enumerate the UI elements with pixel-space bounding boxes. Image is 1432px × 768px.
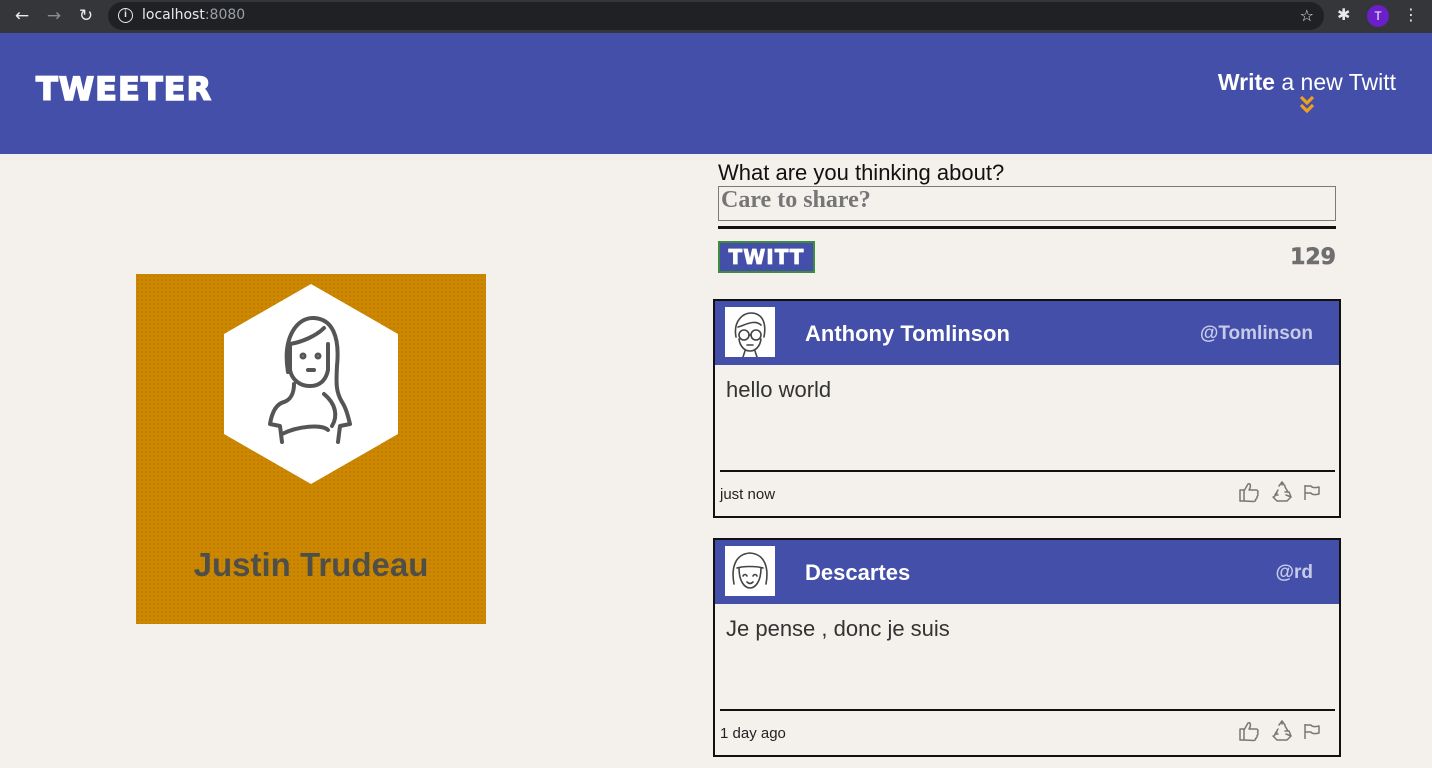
compose-toggle-bold: Write bbox=[1217, 69, 1275, 95]
tweet-timestamp: 1 day ago bbox=[720, 725, 786, 742]
forward-arrow-icon[interactable]: → bbox=[44, 6, 64, 26]
compose-toggle-label: Write a new Twitt bbox=[1218, 69, 1396, 95]
like-thumbs-up-icon[interactable] bbox=[1238, 720, 1260, 747]
report-flag-icon[interactable] bbox=[1303, 483, 1321, 506]
site-logo: TWEETER bbox=[35, 69, 213, 109]
reload-icon[interactable]: ↻ bbox=[76, 6, 96, 26]
tweet-actions bbox=[1232, 720, 1321, 744]
compose-form: What are you thinking about? TWITT 129 bbox=[718, 160, 1336, 273]
address-bar[interactable]: i localhost:8080 ☆ bbox=[108, 2, 1324, 30]
tweet-card: Anthony Tomlinson @Tomlinson hello world… bbox=[713, 299, 1341, 518]
tweet-author-avatar bbox=[725, 307, 775, 358]
tweet-timestamp: just now bbox=[720, 486, 776, 503]
profile-card: Justin Trudeau bbox=[136, 274, 486, 624]
tweet-text: Je pense , donc je suis bbox=[726, 616, 950, 641]
report-flag-icon[interactable] bbox=[1303, 722, 1321, 745]
tweet-divider bbox=[720, 709, 1335, 711]
tweet-author-handle[interactable]: @rd bbox=[1275, 562, 1313, 584]
site-header: TWEETER Write a new Twitt bbox=[0, 33, 1432, 154]
site-info-icon[interactable]: i bbox=[118, 8, 133, 23]
tweet-author-handle[interactable]: @Tomlinson bbox=[1200, 323, 1313, 345]
tweet-actions bbox=[1232, 481, 1321, 505]
compose-toggle-rest: a new Twitt bbox=[1274, 69, 1396, 95]
tweet-card: Descartes @rd Je pense , donc je suis 1 … bbox=[713, 538, 1341, 757]
url-text[interactable]: localhost:8080 bbox=[142, 7, 245, 23]
compose-divider bbox=[718, 226, 1336, 229]
extensions-puzzle-icon[interactable]: ✱ bbox=[1337, 5, 1350, 24]
browser-menu-icon[interactable]: ⋮ bbox=[1403, 5, 1419, 24]
tweet-header: Descartes @rd bbox=[715, 540, 1339, 604]
url-host: localhost bbox=[142, 7, 205, 23]
double-chevron-down-icon[interactable] bbox=[1218, 94, 1396, 121]
tweet-author-name: Anthony Tomlinson bbox=[805, 321, 1010, 346]
retweet-recycle-icon[interactable] bbox=[1271, 720, 1293, 747]
back-arrow-icon[interactable]: ← bbox=[12, 6, 32, 26]
profile-avatar-hexagon bbox=[224, 284, 398, 489]
twitt-submit-button[interactable]: TWITT bbox=[718, 241, 815, 273]
tweet-divider bbox=[720, 470, 1335, 472]
url-port: :8080 bbox=[204, 7, 246, 23]
compose-prompt: What are you thinking about? bbox=[718, 160, 1005, 185]
char-counter: 129 bbox=[1290, 245, 1337, 271]
tweet-textarea[interactable] bbox=[718, 186, 1336, 221]
tweet-author-avatar bbox=[725, 546, 775, 596]
browser-toolbar: ← → ↻ i localhost:8080 ☆ ✱ T ⋮ bbox=[0, 0, 1432, 33]
profile-avatar[interactable]: T bbox=[1367, 5, 1389, 27]
tweet-author-name: Descartes bbox=[805, 560, 911, 585]
like-thumbs-up-icon[interactable] bbox=[1238, 481, 1260, 508]
write-new-twitt-toggle[interactable]: Write a new Twitt bbox=[1218, 69, 1396, 121]
tweet-header: Anthony Tomlinson @Tomlinson bbox=[715, 301, 1339, 365]
profile-name: Justin Trudeau bbox=[193, 546, 429, 583]
bookmark-star-icon[interactable]: ☆ bbox=[1300, 6, 1314, 25]
tweet-text: hello world bbox=[726, 377, 832, 402]
retweet-recycle-icon[interactable] bbox=[1271, 481, 1293, 508]
